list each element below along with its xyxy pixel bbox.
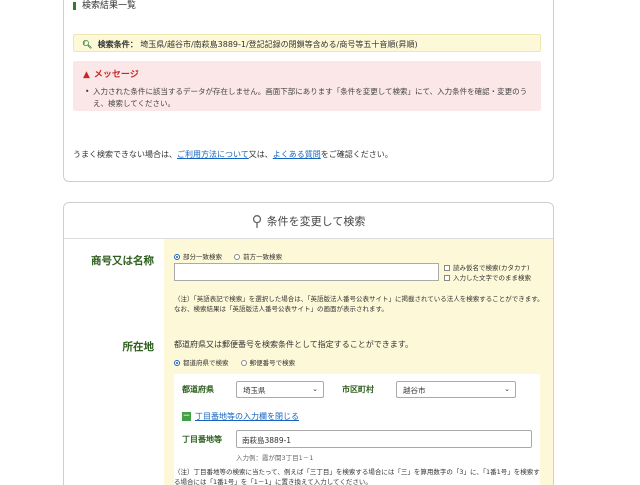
section-marker (73, 1, 76, 10)
chevron-down-icon: ⌄ (312, 385, 318, 393)
radio-button[interactable] (174, 254, 180, 260)
check-exact[interactable]: 入力した文字でのまま検索 (444, 273, 531, 283)
location-intro: 都道府県又は郵便番号を検索条件として指定することができます。 (174, 340, 413, 349)
change-search-heading: ⚲ 条件を変更して検索 (64, 203, 553, 239)
prefecture-select[interactable]: 埼玉県 ⌄ (236, 381, 324, 398)
message-heading: ▲ メッセージ (83, 70, 139, 80)
radio-button[interactable] (240, 360, 247, 366)
magnifier-icon: ⚲ (251, 212, 263, 230)
radio-button[interactable] (234, 254, 241, 260)
city-select[interactable]: 越谷市 ⌄ (396, 381, 516, 398)
change-search-card: ⚲ 条件を変更して検索 商号又は名称 所在地 部分一致検索 前方一致検索 読み仮名… (63, 202, 554, 485)
chome-hint: 入力例：霞が関3丁目1－1 (236, 454, 314, 462)
radio-partial-match[interactable]: 部分一致検索 (174, 253, 222, 261)
radio-zipcode[interactable]: 郵便番号で検索 (240, 359, 295, 367)
company-name-input[interactable] (174, 263, 439, 281)
checkbox[interactable] (444, 275, 450, 281)
result-title: 検索結果一覧 (73, 0, 136, 11)
radio-prefecture[interactable]: 都道府県で検索 (174, 359, 229, 367)
chome-note: （注）丁目番地等の検索に当たって、例えば「三丁目」を検索する場合には「三」を算用… (174, 468, 540, 485)
message-text: 入力された条件に該当するデータが存在しません。画面下部にあります「条件を変更して… (83, 86, 531, 110)
chome-input[interactable]: 南萩島3889-1 (236, 430, 532, 448)
search-condition-label: 検索条件： (97, 40, 138, 49)
search-result-card: 検索結果一覧 🔍︎ 検索条件： 埼玉県/越谷市/南萩島3889-1/登記記録の閉… (63, 0, 554, 182)
name-note: （注）「英語表記で検索」を選択した場合は、「英語版法人番号公表サイト」に掲載され… (174, 295, 544, 313)
radio-button[interactable] (174, 360, 180, 366)
label-column: 商号又は名称 所在地 (64, 239, 164, 485)
search-icon: 🔍︎ (82, 40, 93, 49)
name-row-label: 商号又は名称 (91, 255, 154, 267)
search-condition-bar: 🔍︎ 検索条件： 埼玉県/越谷市/南萩島3889-1/登記記録の閉鎖等含める/商… (73, 34, 541, 52)
faq-link[interactable]: よくある質問 (273, 150, 321, 159)
field-column: 部分一致検索 前方一致検索 読み仮名で検索(カタカナ) 入力した文字でのまま検索… (164, 239, 553, 485)
name-options: 読み仮名で検索(カタカナ) 入力した文字でのまま検索 (444, 263, 531, 283)
chome-label: 丁目番地等 (182, 435, 222, 444)
check-kana[interactable]: 読み仮名で検索(カタカナ) (444, 263, 531, 273)
radio-prefix-match[interactable]: 前方一致検索 (234, 253, 282, 261)
location-mode-radios: 都道府県で検索 郵便番号で検索 (174, 357, 305, 367)
location-row-label: 所在地 (122, 341, 155, 353)
chevron-down-icon: ⌄ (504, 385, 510, 393)
prefecture-label: 都道府県 (182, 385, 214, 394)
name-match-radios: 部分一致検索 前方一致検索 (174, 251, 292, 261)
warning-icon: ▲ (83, 70, 90, 80)
city-label: 市区町村 (342, 385, 374, 394)
minus-icon: − (182, 411, 191, 421)
search-condition-value: 埼玉県/越谷市/南萩島3889-1/登記記録の閉鎖等含める/商号等五十音順(昇順… (140, 40, 418, 49)
checkbox[interactable] (444, 265, 450, 271)
message-box: ▲メッセージ 入力された条件に該当するデータが存在しません。画面下部にあります「… (73, 61, 541, 111)
help-line: うまく検索できない場合は、ご利用方法について又は、よくある質問をご確認ください。 (73, 150, 393, 159)
usage-guide-link[interactable]: ご利用方法について (177, 150, 249, 159)
close-address-detail-link[interactable]: − 丁目番地等の入力欄を閉じる (182, 411, 299, 422)
